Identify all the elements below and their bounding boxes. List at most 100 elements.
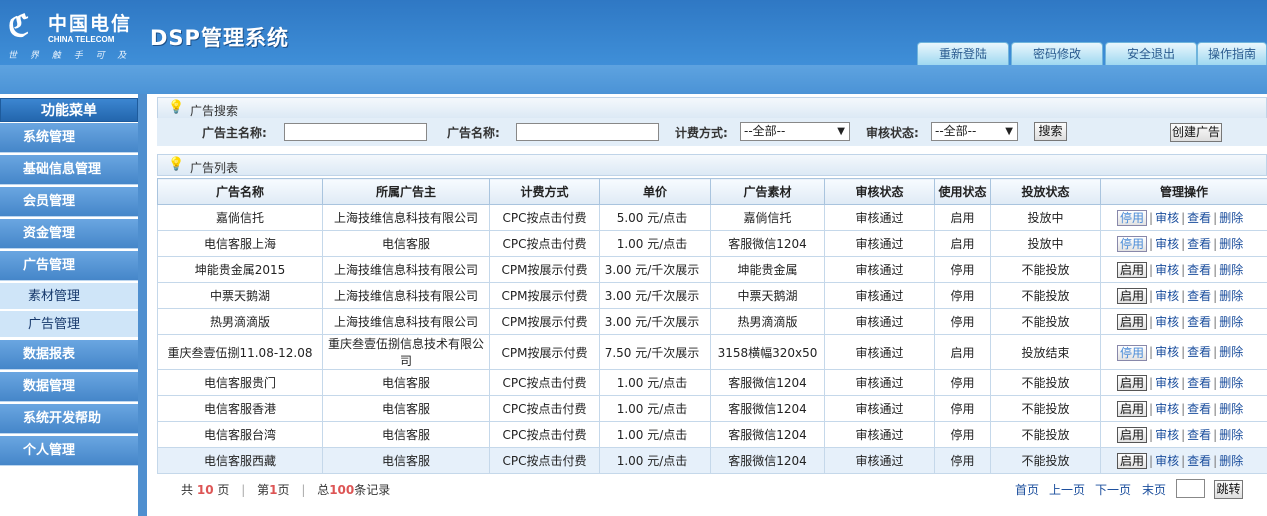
sidebar-item-system[interactable]: 系统管理 (0, 123, 138, 153)
next-page-link[interactable]: 下一页 (1095, 481, 1131, 498)
cell-review-status: 审核通过 (824, 395, 935, 422)
toggle-status-button[interactable]: 停用 (1117, 344, 1148, 361)
table-row: 电信客服上海 电信客服 CPC按点击付费 1.00 元/点击 客服微信1204 审核通过启… (157, 230, 1267, 257)
tab-guide[interactable]: 操作指南 (1197, 42, 1267, 65)
separator: | (1149, 375, 1154, 390)
toggle-status-button[interactable]: 启用 (1117, 288, 1148, 305)
delete-link[interactable]: 删除 (1219, 289, 1243, 303)
review-link[interactable]: 审核 (1155, 402, 1179, 416)
jump-button[interactable]: 跳转 (1214, 480, 1243, 499)
review-link[interactable]: 审核 (1155, 315, 1179, 329)
review-link[interactable]: 审核 (1155, 345, 1179, 359)
col-advertiser: 所属广告主 (322, 178, 490, 205)
review-link[interactable]: 审核 (1155, 454, 1179, 468)
view-link[interactable]: 查看 (1187, 315, 1211, 329)
page-number-input[interactable] (1176, 479, 1205, 498)
toggle-status-button[interactable]: 启用 (1117, 375, 1148, 392)
review-select[interactable]: --全部-- ▼ (931, 122, 1018, 141)
ad-list-table: 广告名称 所属广告主 计费方式 单价 广告素材 审核状态 使用状态 投放状态 管… (157, 178, 1267, 474)
sidebar-item-ads[interactable]: 广告管理 (0, 251, 138, 281)
create-ad-button[interactable]: 创建广告 (1170, 123, 1222, 142)
delete-link[interactable]: 删除 (1219, 211, 1243, 225)
tab-logout[interactable]: 安全退出 (1105, 42, 1197, 65)
cell-billing: CPM按展示付费 (489, 282, 600, 309)
review-link[interactable]: 审核 (1155, 428, 1179, 442)
sidebar-item-data[interactable]: 数据管理 (0, 372, 138, 402)
review-link[interactable]: 审核 (1155, 211, 1179, 225)
sidebar-subitem-ads[interactable]: 广告管理 (0, 311, 138, 338)
view-link[interactable]: 查看 (1187, 428, 1211, 442)
telecom-logo-icon: ℭ (8, 9, 30, 44)
total-pages-prefix: 共 (181, 483, 194, 497)
cell-advertiser: 电信客服 (322, 369, 490, 396)
sidebar-divider (138, 94, 147, 516)
col-ad-name: 广告名称 (157, 178, 323, 205)
toggle-status-button[interactable]: 停用 (1117, 236, 1148, 253)
separator: | (1213, 314, 1218, 329)
tab-relogin[interactable]: 重新登陆 (917, 42, 1009, 65)
view-link[interactable]: 查看 (1187, 237, 1211, 251)
view-link[interactable]: 查看 (1187, 454, 1211, 468)
search-form: 广告主名称: 广告名称: 计费方式: --全部-- ▼ 审核状态: --全部--… (157, 118, 1267, 146)
table-row: 电信客服台湾 电信客服 CPC按点击付费 1.00 元/点击 客服微信1204 审核通过停… (157, 421, 1267, 448)
delete-link[interactable]: 删除 (1219, 315, 1243, 329)
view-link[interactable]: 查看 (1187, 402, 1211, 416)
cell-delivery-status: 不能投放 (990, 447, 1101, 474)
delete-link[interactable]: 删除 (1219, 237, 1243, 251)
col-price: 单价 (599, 178, 711, 205)
cell-use-status: 停用 (934, 308, 991, 335)
cell-price: 5.00 元/点击 (599, 204, 711, 231)
review-link[interactable]: 审核 (1155, 263, 1179, 277)
cell-actions: 停用 | 审核 | 查看 | 删除 (1100, 334, 1267, 370)
cell-actions: 启用 | 审核 | 查看 | 删除 (1100, 256, 1267, 283)
cell-use-status: 停用 (934, 421, 991, 448)
tab-change-password[interactable]: 密码修改 (1011, 42, 1103, 65)
last-page-link[interactable]: 末页 (1142, 481, 1166, 498)
cell-delivery-status: 投放中 (990, 204, 1101, 231)
sidebar-item-members[interactable]: 会员管理 (0, 187, 138, 217)
delete-link[interactable]: 删除 (1219, 376, 1243, 390)
toggle-status-button[interactable]: 启用 (1117, 427, 1148, 444)
cell-actions: 启用 | 审核 | 查看 | 删除 (1100, 421, 1267, 448)
separator: | (1213, 288, 1218, 303)
delete-link[interactable]: 删除 (1219, 454, 1243, 468)
logo-en-text: CHINA TELECOM (48, 35, 115, 44)
toggle-status-button[interactable]: 启用 (1117, 401, 1148, 418)
view-link[interactable]: 查看 (1187, 263, 1211, 277)
view-link[interactable]: 查看 (1187, 289, 1211, 303)
search-button[interactable]: 搜索 (1034, 122, 1067, 141)
sidebar-item-reports[interactable]: 数据报表 (0, 340, 138, 370)
view-link[interactable]: 查看 (1187, 345, 1211, 359)
delete-link[interactable]: 删除 (1219, 263, 1243, 277)
sidebar-subitem-materials[interactable]: 素材管理 (0, 283, 138, 310)
review-link[interactable]: 审核 (1155, 376, 1179, 390)
billing-select[interactable]: --全部-- ▼ (740, 122, 850, 141)
view-link[interactable]: 查看 (1187, 211, 1211, 225)
toggle-status-button[interactable]: 停用 (1117, 210, 1148, 227)
prev-page-link[interactable]: 上一页 (1049, 481, 1085, 498)
delete-link[interactable]: 删除 (1219, 402, 1243, 416)
billing-label: 计费方式: (675, 126, 728, 140)
review-link[interactable]: 审核 (1155, 289, 1179, 303)
table-row: 中票天鹅湖 上海技维信息科技有限公司 CPM按展示付费 3.00 元/千次展示 中票天鹅… (157, 282, 1267, 309)
toggle-status-button[interactable]: 启用 (1117, 314, 1148, 331)
cell-advertiser: 上海技维信息科技有限公司 (322, 282, 490, 309)
review-link[interactable]: 审核 (1155, 237, 1179, 251)
separator: | (1149, 314, 1154, 329)
first-page-link[interactable]: 首页 (1015, 481, 1039, 498)
sidebar-item-funds[interactable]: 资金管理 (0, 219, 138, 249)
advertiser-input[interactable] (284, 123, 427, 141)
cell-use-status: 停用 (934, 395, 991, 422)
sidebar-item-dev-help[interactable]: 系统开发帮助 (0, 404, 138, 434)
toggle-status-button[interactable]: 启用 (1117, 262, 1148, 279)
cell-review-status: 审核通过 (824, 369, 935, 396)
toggle-status-button[interactable]: 启用 (1117, 453, 1148, 470)
sidebar-item-basic-info[interactable]: 基础信息管理 (0, 155, 138, 185)
view-link[interactable]: 查看 (1187, 376, 1211, 390)
delete-link[interactable]: 删除 (1219, 345, 1243, 359)
delete-link[interactable]: 删除 (1219, 428, 1243, 442)
ad-name-input[interactable] (516, 123, 659, 141)
cell-advertiser: 电信客服 (322, 230, 490, 257)
separator: | (1213, 375, 1218, 390)
sidebar-item-personal[interactable]: 个人管理 (0, 436, 138, 466)
